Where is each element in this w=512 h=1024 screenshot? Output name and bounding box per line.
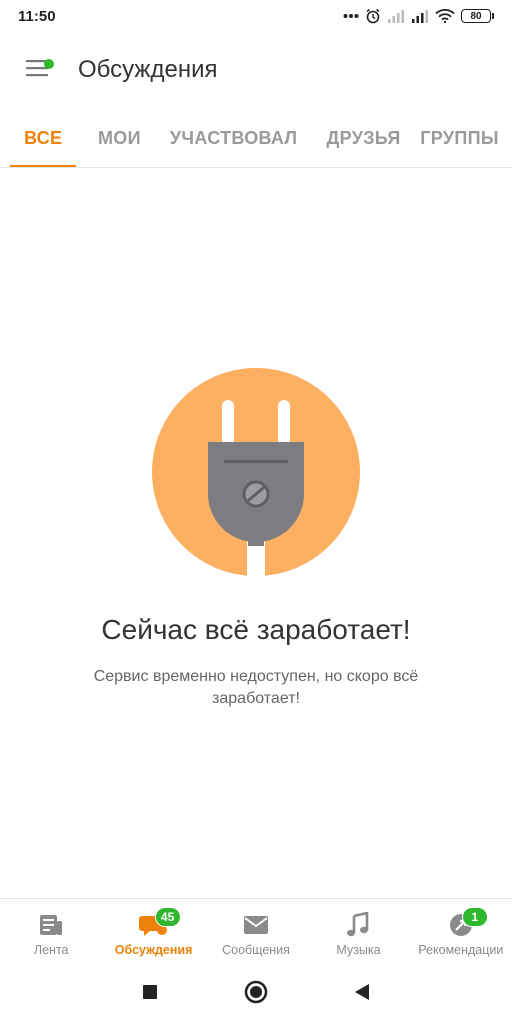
recents-square-icon	[142, 984, 158, 1005]
nav-item-music[interactable]: Музыка	[307, 899, 409, 970]
bottom-navigation: Лента 45 Обсуждения Сообщения Музыка 1 Р…	[0, 898, 512, 970]
tab-participated[interactable]: УЧАСТВОВАЛ	[160, 109, 306, 167]
tab-friends[interactable]: ДРУЗЬЯ	[313, 109, 414, 167]
tab-all[interactable]: ВСЕ	[10, 109, 77, 167]
empty-state-title: Сейчас всё заработает!	[101, 614, 411, 645]
recents-button[interactable]	[97, 984, 203, 1005]
back-button[interactable]	[309, 983, 415, 1006]
status-icons: 80	[343, 8, 494, 24]
back-triangle-icon	[354, 983, 370, 1006]
nav-label: Сообщения	[222, 943, 290, 957]
wifi-icon	[435, 9, 455, 23]
nav-item-discussions[interactable]: 45 Обсуждения	[102, 899, 204, 970]
power-plug-icon	[152, 368, 360, 576]
home-button[interactable]	[203, 980, 309, 1009]
status-bar: 11:50 80	[0, 0, 512, 32]
notification-dot	[44, 59, 54, 69]
tab-mine[interactable]: МОИ	[82, 109, 156, 167]
battery-icon: 80	[461, 9, 494, 23]
envelope-icon	[241, 911, 271, 939]
status-time: 11:50	[18, 7, 56, 25]
page-title: Обсуждения	[78, 56, 218, 83]
tab-groups[interactable]: ГРУППЫ	[414, 109, 512, 167]
discussions-badge: 45	[154, 907, 181, 927]
app-bar: Обсуждения	[0, 40, 512, 100]
dots-icon	[343, 13, 359, 19]
signal-icon	[411, 9, 429, 23]
signal-icon	[387, 9, 405, 23]
system-navigation	[0, 972, 512, 1016]
nav-item-recommendations[interactable]: 1 Рекомендации	[410, 899, 512, 970]
battery-level: 80	[461, 9, 491, 23]
nav-label: Лента	[33, 943, 69, 957]
music-note-icon	[343, 911, 373, 939]
empty-state-text: Сервис временно недоступен, но скоро всё…	[93, 668, 419, 707]
discussion-tabs: ВСЕ МОИ УЧАСТВОВАЛ ДРУЗЬЯ ГРУППЫ	[0, 108, 512, 168]
recommendations-badge: 1	[461, 907, 488, 927]
nav-item-feed[interactable]: Лента	[0, 899, 102, 970]
home-circle-icon	[244, 980, 268, 1009]
nav-label: Рекомендации	[418, 943, 504, 957]
discussions-icon: 45	[138, 907, 181, 939]
nav-item-messages[interactable]: Сообщения	[205, 899, 307, 970]
alarm-icon	[365, 8, 381, 24]
menu-button[interactable]	[18, 50, 58, 90]
feed-icon	[36, 911, 66, 939]
recommendations-icon: 1	[446, 907, 488, 939]
nav-label: Музыка	[336, 943, 381, 957]
nav-label: Обсуждения	[114, 943, 193, 957]
